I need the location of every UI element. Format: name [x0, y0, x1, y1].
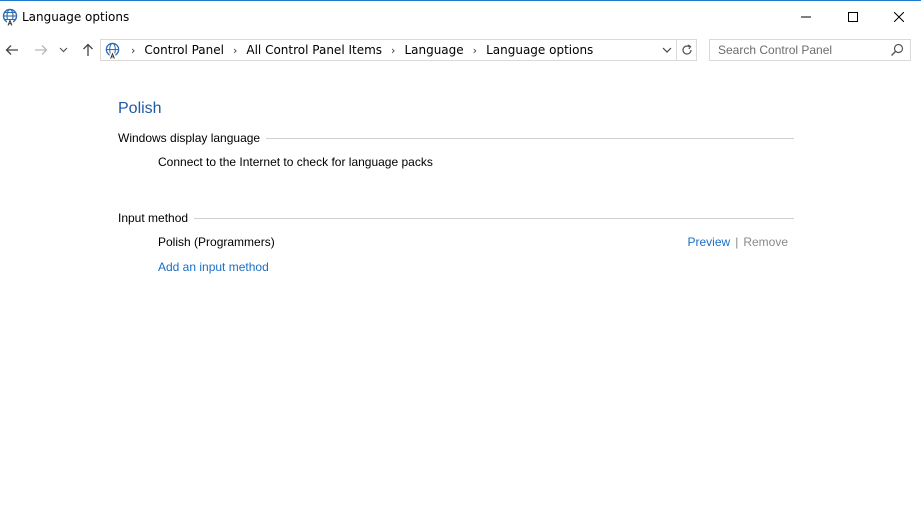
minimize-button[interactable] [783, 1, 829, 33]
input-method-section-header: Input method [118, 210, 794, 226]
back-button[interactable] [2, 39, 22, 61]
chevron-right-icon[interactable]: › [385, 44, 401, 57]
window-title: Language options [22, 10, 130, 24]
address-bar[interactable]: › Control Panel › All Control Panel Item… [100, 39, 677, 61]
up-arrow-icon [83, 43, 93, 56]
remove-link: Remove [743, 235, 788, 249]
globe-language-icon [104, 42, 121, 59]
search-input[interactable] [710, 40, 886, 60]
action-divider: | [735, 235, 739, 249]
input-method-actions: Preview | Remove [688, 235, 789, 249]
breadcrumb-control-panel[interactable]: Control Panel [141, 43, 227, 57]
close-icon [894, 12, 904, 22]
title-bar: Language options [0, 0, 921, 32]
display-language-section-header: Windows display language [118, 130, 794, 146]
breadcrumb: › Control Panel › All Control Panel Item… [125, 40, 596, 60]
breadcrumb-language-options[interactable]: Language options [483, 43, 596, 57]
close-button[interactable] [876, 1, 921, 33]
maximize-icon [848, 12, 858, 22]
preview-link[interactable]: Preview [688, 235, 731, 249]
add-input-method-link[interactable]: Add an input method [158, 260, 269, 274]
section-divider [266, 137, 794, 139]
chevron-right-icon[interactable]: › [227, 44, 243, 57]
chevron-down-icon [59, 47, 67, 53]
minimize-icon [801, 16, 811, 18]
page-title: Polish [118, 100, 162, 117]
recent-locations-button[interactable] [56, 39, 70, 61]
up-button[interactable] [78, 39, 98, 61]
forward-arrow-icon [35, 45, 48, 55]
address-dropdown-button[interactable] [658, 40, 676, 60]
search-icon[interactable] [890, 43, 904, 57]
forward-button[interactable] [31, 39, 51, 61]
back-arrow-icon [5, 45, 18, 55]
breadcrumb-all-control-panel-items[interactable]: All Control Panel Items [243, 43, 385, 57]
chevron-right-icon[interactable]: › [125, 44, 141, 57]
section-heading: Windows display language [118, 131, 261, 145]
section-divider [194, 217, 794, 219]
chevron-right-icon[interactable]: › [467, 44, 483, 57]
globe-language-icon [1, 8, 19, 26]
section-heading: Input method [118, 211, 189, 225]
refresh-button[interactable] [677, 39, 697, 61]
input-method-name: Polish (Programmers) [158, 235, 275, 249]
maximize-button[interactable] [830, 1, 876, 33]
breadcrumb-language[interactable]: Language [401, 43, 466, 57]
chevron-down-icon [662, 47, 672, 53]
language-pack-status: Connect to the Internet to check for lan… [158, 155, 433, 169]
search-box[interactable] [709, 39, 911, 61]
refresh-icon [681, 44, 692, 55]
